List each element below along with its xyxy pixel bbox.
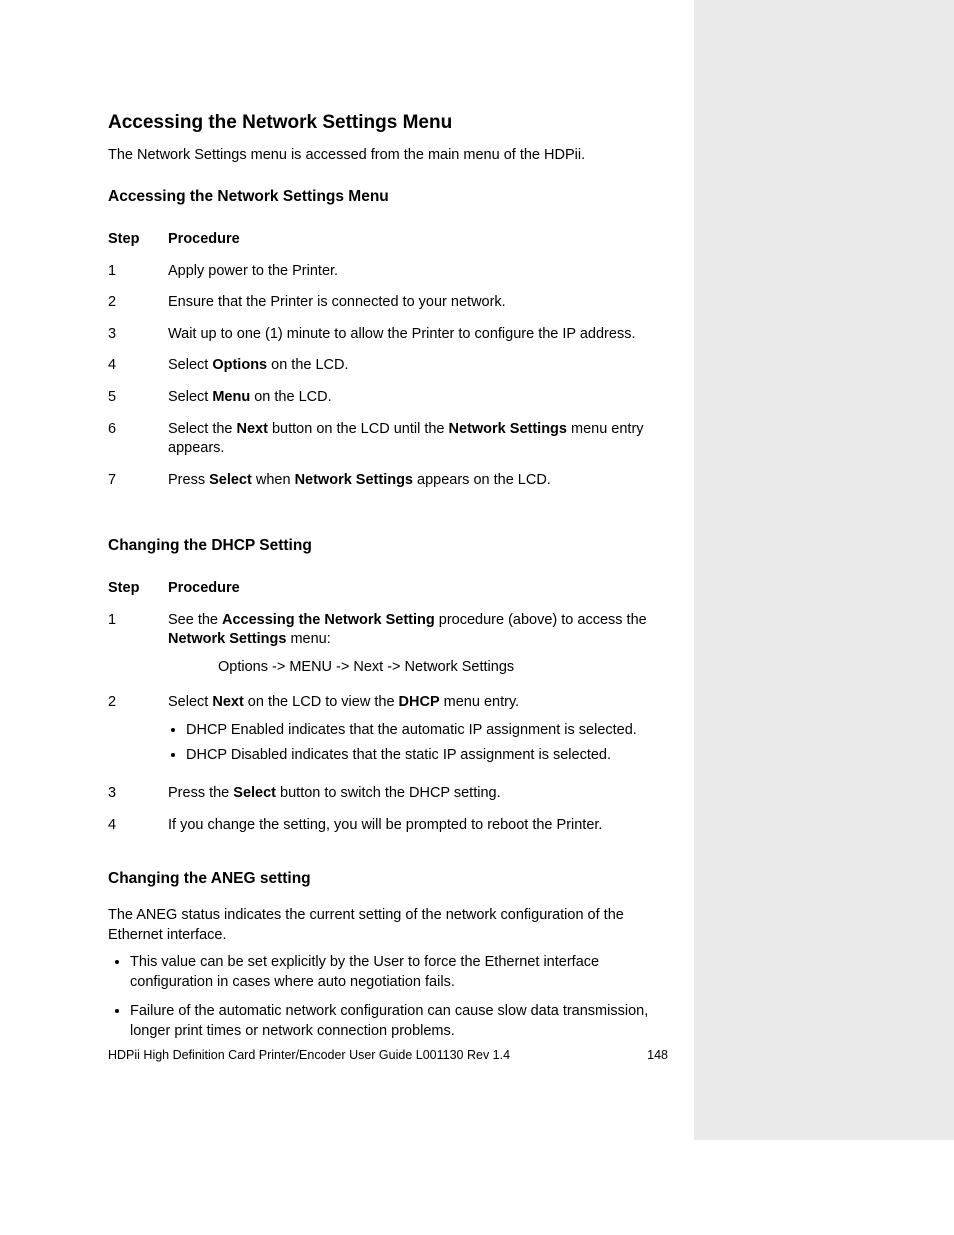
step-num: 5 <box>108 382 168 414</box>
heading-sub-2: Changing the DHCP Setting <box>108 536 668 557</box>
list-item: DHCP Enabled indicates that the automati… <box>186 721 664 741</box>
step-num: 1 <box>108 256 168 288</box>
heading-aneg: Changing the ANEG setting <box>108 869 668 890</box>
step-text: If you change the setting, you will be p… <box>168 810 668 842</box>
aneg-paragraph: The ANEG status indicates the current se… <box>108 906 668 945</box>
table-row: 3 Press the Select button to switch the … <box>108 778 668 810</box>
footer-left: HDPii High Definition Card Printer/Encod… <box>108 1048 510 1062</box>
heading-main: Accessing the Network Settings Menu <box>108 110 668 136</box>
step-num: 7 <box>108 465 168 497</box>
table-row: 3 Wait up to one (1) minute to allow the… <box>108 319 668 351</box>
step-text: Ensure that the Printer is connected to … <box>168 287 668 319</box>
list-item: This value can be set explicitly by the … <box>130 953 668 992</box>
procedure-table-2: Step Procedure 1 See the Accessing the N… <box>108 573 668 841</box>
intro-paragraph: The Network Settings menu is accessed fr… <box>108 146 668 166</box>
aneg-list: This value can be set explicitly by the … <box>130 953 668 1041</box>
step-text: See the Accessing the Network Setting pr… <box>168 605 668 688</box>
col-procedure: Procedure <box>168 573 668 605</box>
step-text: Select Next on the LCD to view the DHCP … <box>168 687 668 778</box>
list-item: Failure of the automatic network configu… <box>130 1002 668 1041</box>
heading-sub-1: Accessing the Network Settings Menu <box>108 187 668 208</box>
table-row: 7 Press Select when Network Settings app… <box>108 465 668 497</box>
step-text: Press the Select button to switch the DH… <box>168 778 668 810</box>
step-text: Select Options on the LCD. <box>168 350 668 382</box>
step-num: 3 <box>108 319 168 351</box>
list-item: DHCP Disabled indicates that the static … <box>186 746 664 766</box>
table-row: 4 Select Options on the LCD. <box>108 350 668 382</box>
col-procedure: Procedure <box>168 224 668 256</box>
step-num: 1 <box>108 605 168 688</box>
document-body: Accessing the Network Settings Menu The … <box>108 110 668 1051</box>
step-text: Apply power to the Printer. <box>168 256 668 288</box>
page-number: 148 <box>647 1048 668 1062</box>
table-row: 2 Ensure that the Printer is connected t… <box>108 287 668 319</box>
step-text: Select Menu on the LCD. <box>168 382 668 414</box>
step-num: 4 <box>108 350 168 382</box>
col-step: Step <box>108 224 168 256</box>
step-text: Press Select when Network Settings appea… <box>168 465 668 497</box>
step-num: 4 <box>108 810 168 842</box>
table-row: 4 If you change the setting, you will be… <box>108 810 668 842</box>
step-num: 6 <box>108 414 168 465</box>
table-row: 2 Select Next on the LCD to view the DHC… <box>108 687 668 778</box>
col-step: Step <box>108 573 168 605</box>
table-row: 1 Apply power to the Printer. <box>108 256 668 288</box>
table-row: 5 Select Menu on the LCD. <box>108 382 668 414</box>
step-num: 2 <box>108 287 168 319</box>
menu-path: Options -> MENU -> Next -> Network Setti… <box>218 658 664 678</box>
step-num: 3 <box>108 778 168 810</box>
table-row: 1 See the Accessing the Network Setting … <box>108 605 668 688</box>
step-num: 2 <box>108 687 168 778</box>
step-text: Wait up to one (1) minute to allow the P… <box>168 319 668 351</box>
step-text: Select the Next button on the LCD until … <box>168 414 668 465</box>
table-header-row: Step Procedure <box>108 573 668 605</box>
table-row: 6 Select the Next button on the LCD unti… <box>108 414 668 465</box>
table-header-row: Step Procedure <box>108 224 668 256</box>
dhcp-list: DHCP Enabled indicates that the automati… <box>186 721 664 766</box>
page-footer: HDPii High Definition Card Printer/Encod… <box>108 1048 668 1062</box>
procedure-table-1: Step Procedure 1 Apply power to the Prin… <box>108 224 668 496</box>
page-margin-shade <box>694 0 954 1140</box>
